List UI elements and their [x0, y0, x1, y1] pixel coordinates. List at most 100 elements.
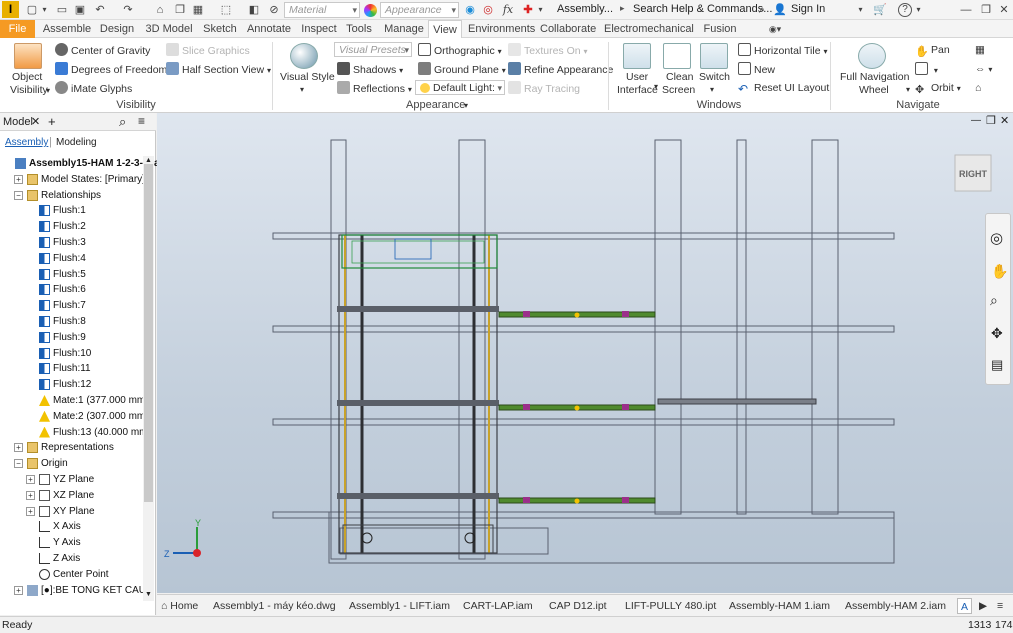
chevron-down-icon[interactable]: ▾: [536, 2, 545, 18]
collapse-icon[interactable]: −: [14, 190, 23, 200]
close-icon[interactable]: ✕: [996, 2, 1012, 18]
search-icon[interactable]: ⌕: [119, 114, 126, 130]
redo-icon[interactable]: ↷: [120, 2, 136, 18]
tab-inspect[interactable]: Inspect: [298, 20, 340, 38]
tree-item[interactable]: + XY Plane: [0, 504, 142, 520]
scroll-up-icon[interactable]: ▲: [145, 157, 152, 164]
reflections-button[interactable]: Reflections ▾: [337, 81, 412, 97]
tree-item[interactable]: Mate:1 (377.000 mm): [0, 393, 149, 409]
home-icon[interactable]: ⌂: [975, 81, 981, 95]
view-face-icon[interactable]: ▦: [975, 43, 985, 57]
select-icon[interactable]: ⬚: [218, 2, 234, 18]
scrollbar-thumb[interactable]: [144, 164, 153, 502]
degrees-of-freedom-button[interactable]: Degrees of Freedom: [55, 62, 167, 77]
tab-design[interactable]: Design: [97, 20, 137, 38]
full-navigation-wheel-icon[interactable]: [858, 43, 886, 69]
save-icon[interactable]: ▣: [72, 2, 88, 18]
document-tab[interactable]: Assembly-HAM 2.iam: [845, 598, 946, 614]
graphics-viewport[interactable]: RIGHT Y Z — ❐ ✕ ◎ ✋ ⌕ ✥ ▤: [157, 113, 1013, 593]
center-of-gravity-button[interactable]: Center of Gravity: [55, 43, 150, 58]
tab-assemble[interactable]: Assemble: [41, 20, 93, 38]
clean-screen-icon[interactable]: [663, 43, 691, 69]
browser-scrollbar[interactable]: [143, 156, 154, 601]
chevron-down-icon[interactable]: ▾: [914, 2, 923, 18]
open-icon[interactable]: ▭: [54, 2, 70, 18]
menu-icon[interactable]: ≡: [138, 114, 145, 128]
imate-glyphs-button[interactable]: iMate Glyphs: [55, 81, 132, 96]
restore-icon[interactable]: ❐: [978, 2, 994, 18]
user-interface-icon[interactable]: [623, 43, 651, 69]
document-tab[interactable]: Assembly1 - LIFT.iam: [349, 598, 450, 614]
tab-modeling[interactable]: Modeling: [56, 137, 97, 148]
document-tab[interactable]: CAP D12.ipt: [549, 598, 607, 614]
sign-in-link[interactable]: Sign In: [791, 3, 825, 15]
chevron-down-icon[interactable]: ▾: [654, 80, 658, 94]
document-tab[interactable]: Assembly1 - máy kéo.dwg: [213, 598, 336, 614]
chevron-down-icon[interactable]: ▾: [856, 2, 865, 18]
chevron-right-icon[interactable]: ▶: [979, 598, 987, 614]
tree-item[interactable]: X Axis: [0, 519, 142, 535]
default-light-combo[interactable]: Default Light: ▾: [415, 80, 505, 95]
undo-icon[interactable]: ↶: [92, 2, 108, 18]
expand-icon[interactable]: +: [14, 585, 23, 595]
viewcube[interactable]: RIGHT: [954, 154, 992, 192]
add-icon[interactable]: +: [48, 114, 56, 129]
tree-item[interactable]: Flush:11: [0, 361, 142, 377]
tab-fusion-360[interactable]: Fusion 360: [694, 20, 746, 53]
slice-graphics-button[interactable]: Slice Graphics: [166, 43, 250, 58]
document-tab-active[interactable]: A: [957, 598, 973, 614]
measure-icon[interactable]: ◧: [246, 2, 262, 18]
tree-item[interactable]: Z Axis: [0, 551, 142, 567]
expand-icon[interactable]: +: [26, 474, 35, 484]
orthographic-button[interactable]: Orthographic ▾: [418, 43, 502, 59]
tree-item[interactable]: Flush:3: [0, 235, 142, 251]
orbit-button[interactable]: ✥ Orbit ▾: [915, 81, 961, 97]
chevron-down-icon[interactable]: ▾: [464, 99, 468, 113]
plus-icon[interactable]: ✚: [520, 2, 536, 18]
new-dropdown-icon[interactable]: ▾: [40, 2, 49, 18]
object-visibility-label-2[interactable]: Visibility: [10, 83, 48, 97]
fx-icon[interactable]: fx: [500, 2, 516, 18]
expand-icon[interactable]: +: [14, 443, 23, 453]
ray-tracing-button[interactable]: Ray Tracing: [508, 81, 580, 96]
clean-screen-label-2[interactable]: Screen: [662, 83, 695, 97]
tree-item[interactable]: Flush:9: [0, 330, 142, 346]
tab-tools[interactable]: Tools: [344, 20, 374, 38]
tree-item[interactable]: + [●]:BE TONG KET CAU:1: [0, 583, 154, 599]
copy-icon[interactable]: ❐: [172, 2, 188, 18]
pan-button[interactable]: ✋ Pan: [915, 43, 950, 59]
clear-icon[interactable]: ◎: [480, 2, 496, 18]
tree-item[interactable]: − Origin: [0, 456, 142, 472]
tree-item[interactable]: Flush:10: [0, 346, 142, 362]
document-tab[interactable]: CART-LAP.iam: [463, 598, 533, 614]
adjust-icon[interactable]: ◉: [462, 2, 478, 18]
object-visibility-icon[interactable]: [14, 43, 42, 69]
tree-item[interactable]: Flush:4: [0, 251, 142, 267]
close-icon[interactable]: ✕: [1000, 114, 1009, 127]
tree-item[interactable]: Flush:5: [0, 267, 142, 283]
tree-item[interactable]: Y Axis: [0, 535, 142, 551]
tree-item[interactable]: Assembly15-HAM 1-2-3-4.iam: [0, 156, 169, 172]
new-file-icon[interactable]: ▢: [24, 2, 40, 18]
tree-item[interactable]: + Model States: [Primary]: [0, 172, 145, 188]
tab-3d-model[interactable]: 3D Model: [143, 20, 195, 38]
horizontal-tile-button[interactable]: Horizontal Tile ▾: [738, 43, 827, 59]
cart-icon[interactable]: 🛒: [872, 2, 888, 18]
tab-view[interactable]: View: [428, 20, 462, 38]
tree-item[interactable]: − Relationships: [0, 188, 142, 204]
user-interface-label-2[interactable]: Interface: [617, 83, 658, 97]
reset-ui-layout-button[interactable]: ↶ Reset UI Layout: [738, 81, 829, 96]
tab-sketch[interactable]: Sketch: [200, 20, 240, 38]
expand-icon[interactable]: +: [26, 490, 35, 500]
material-combo[interactable]: Material ▾: [284, 2, 360, 18]
shadows-button[interactable]: Shadows ▾: [337, 62, 403, 78]
tree-item[interactable]: Flush:1: [0, 203, 142, 219]
refine-appearance-button[interactable]: Refine Appearance: [508, 62, 613, 77]
tree-item[interactable]: + Representations: [0, 440, 142, 456]
object-visibility-label-1[interactable]: Object: [12, 70, 42, 84]
search-help-field[interactable]: Search Help & Commands...: [633, 3, 772, 15]
help-icon[interactable]: ?: [898, 3, 912, 17]
new-window-button[interactable]: New: [738, 62, 775, 77]
look-at-icon[interactable]: ⇔ ▾: [975, 62, 992, 77]
look-at-icon[interactable]: ▤: [991, 357, 1003, 373]
